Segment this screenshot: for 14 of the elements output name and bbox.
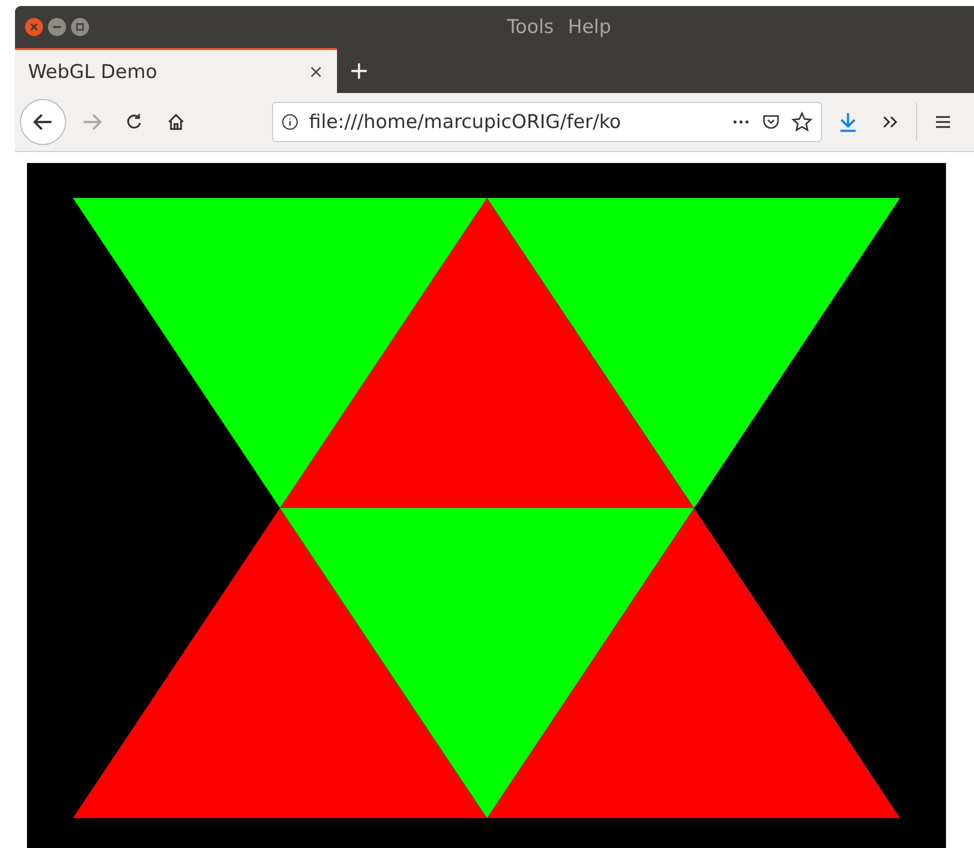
info-icon[interactable] [281,113,299,131]
menu-item[interactable]: Help [568,16,612,38]
maximize-button[interactable] [71,18,89,36]
star-icon[interactable] [791,111,813,133]
close-button[interactable] [25,18,43,36]
maximize-icon [76,23,84,31]
close-icon [30,23,38,31]
minimize-icon [53,23,61,31]
home-icon[interactable] [166,112,186,132]
minimize-button[interactable] [48,18,66,36]
back-button[interactable] [20,99,66,145]
menu-item[interactable]: Tools [507,16,554,38]
browser-tab[interactable]: WebGL Demo [15,48,337,93]
address-bar[interactable]: file:///home/marcupicORIG/fer/ko [272,102,822,142]
